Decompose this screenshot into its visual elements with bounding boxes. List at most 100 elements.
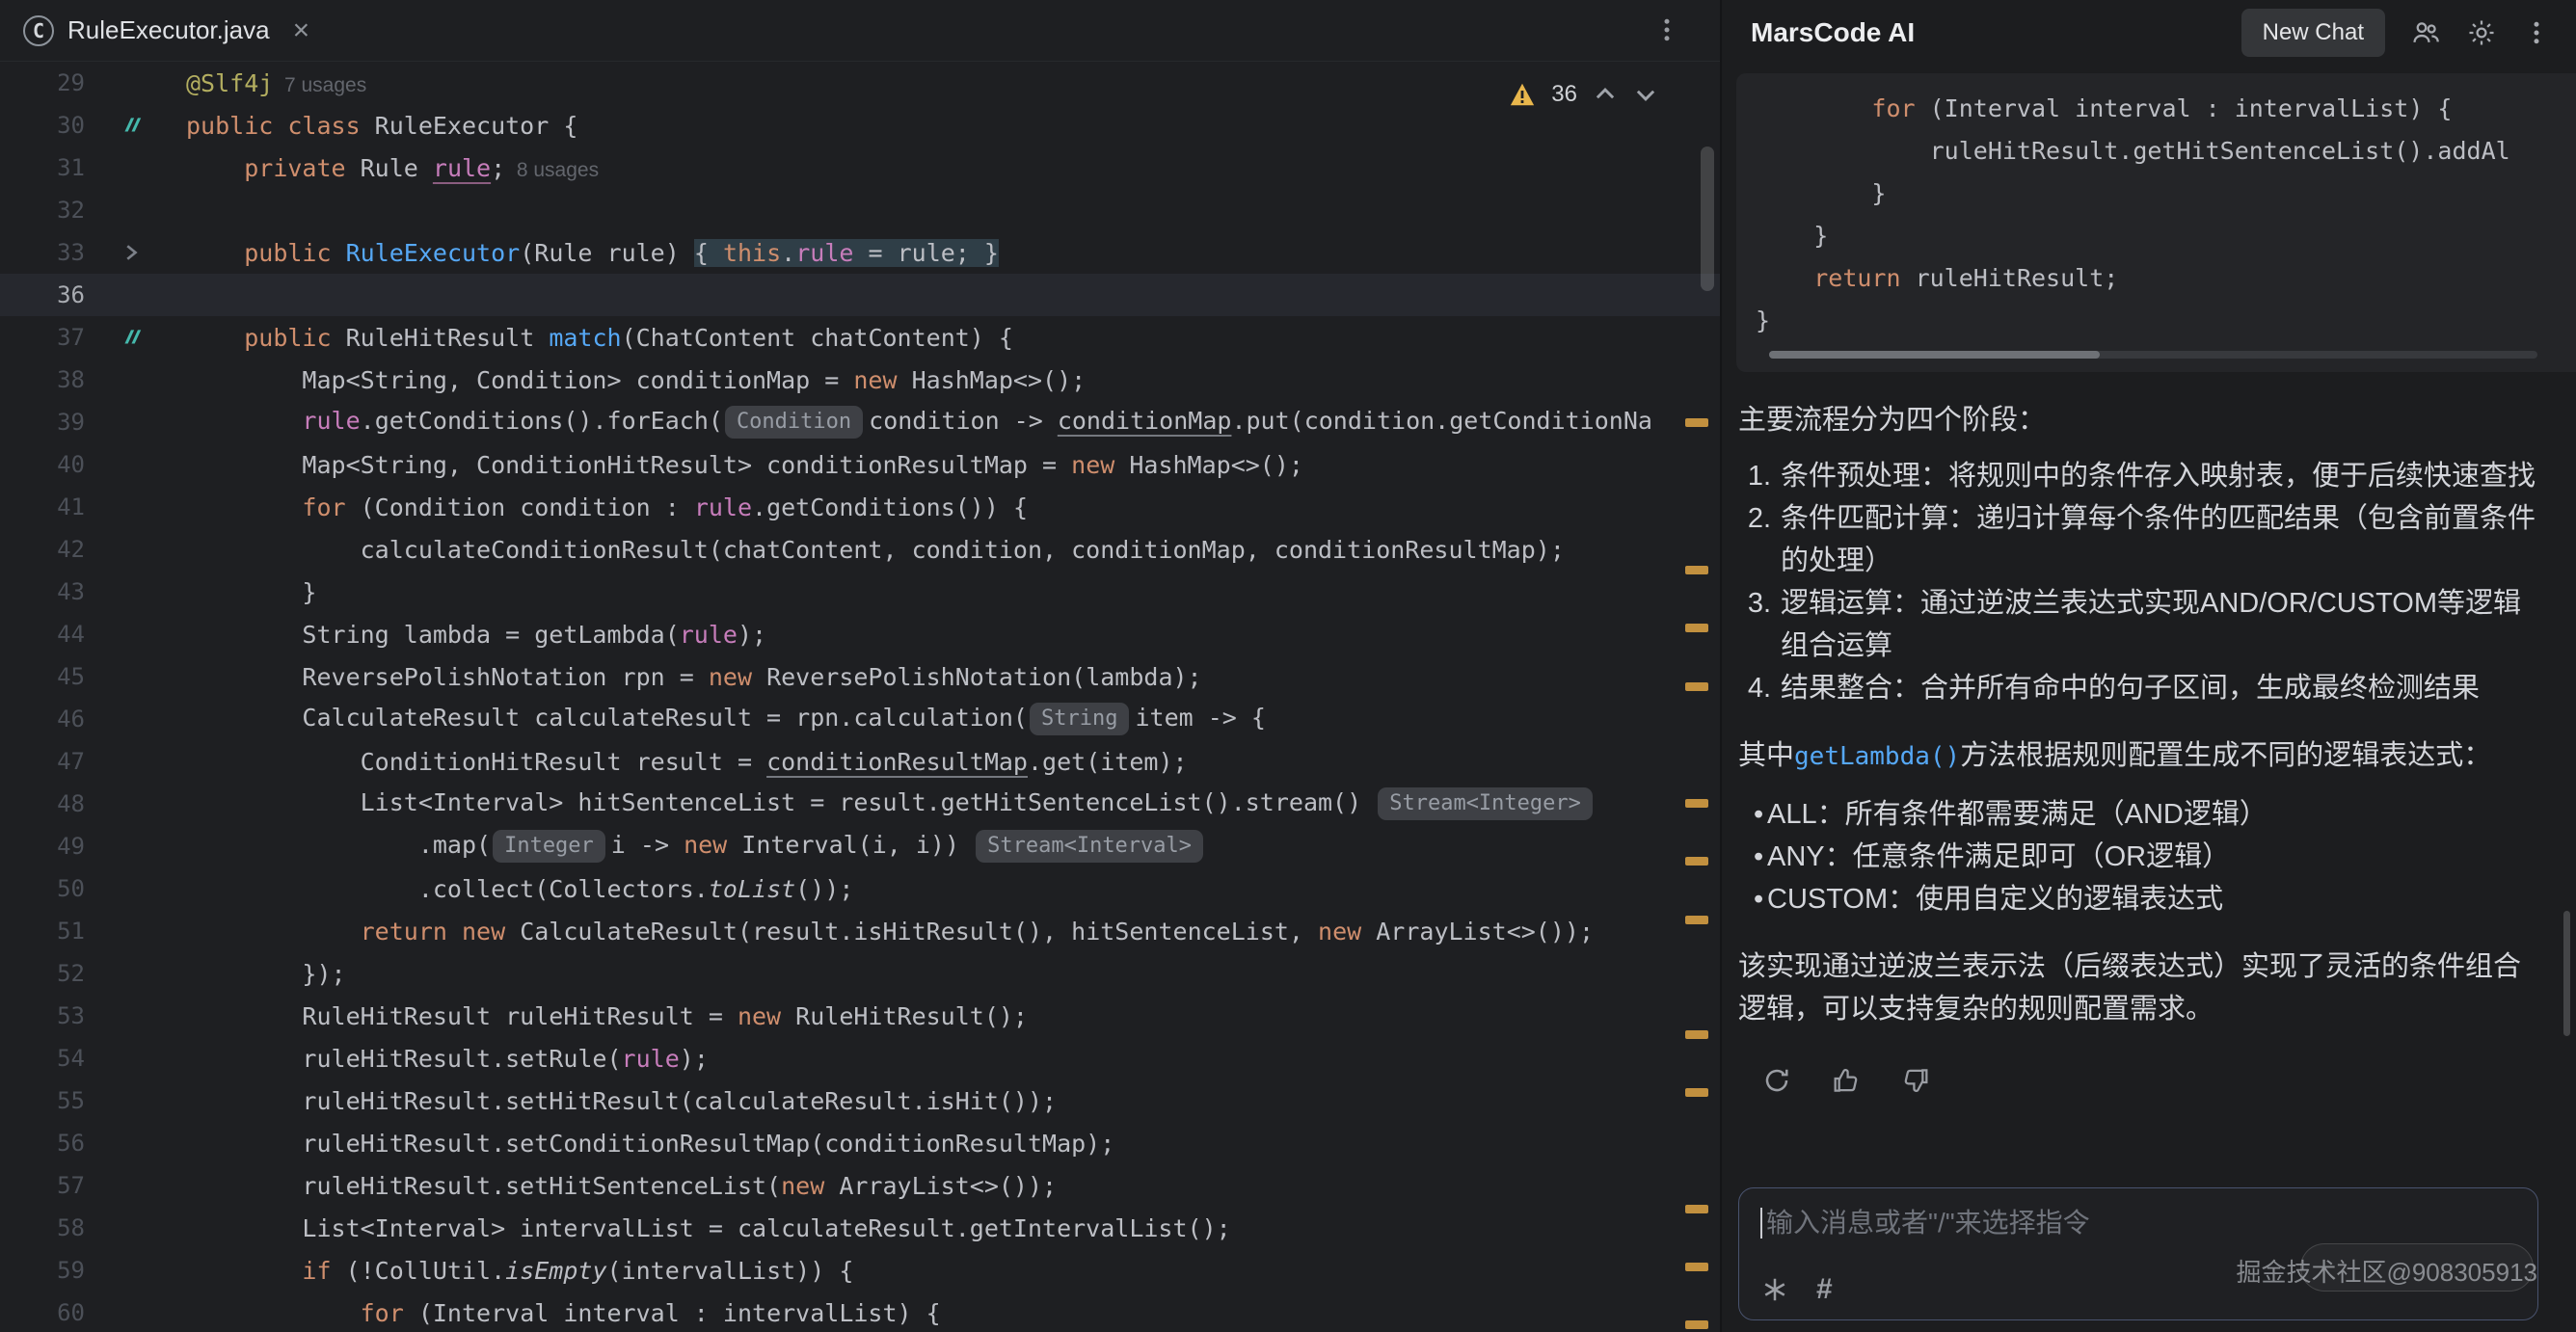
code-line-44[interactable]: 44 String lambda = getLambda(rule); [0, 613, 1720, 655]
code-line-29[interactable]: 29@Slf4j 7 usages [0, 62, 1720, 104]
code-text: RuleHitResult ruleHitResult = new RuleHi… [186, 1002, 1028, 1030]
line-number[interactable]: 57 [0, 1172, 85, 1199]
line-number[interactable]: 39 [0, 409, 85, 436]
line-number[interactable]: 42 [0, 536, 85, 563]
chat-list-item: 3.逻辑运算：通过逆波兰表达式实现AND/OR/CUSTOM等逻辑组合运算 [1738, 582, 2543, 667]
warning-stripe-mark[interactable] [1685, 418, 1708, 427]
code-line-42[interactable]: 42 calculateConditionResult(chatContent,… [0, 528, 1720, 571]
warning-stripe-mark[interactable] [1685, 857, 1708, 866]
code-text: public RuleHitResult match(ChatContent c… [186, 324, 1013, 352]
editor-scrollbar-thumb[interactable] [1701, 147, 1714, 291]
line-number[interactable]: 37 [0, 324, 85, 351]
line-number[interactable]: 32 [0, 197, 85, 224]
code-line-33[interactable]: 33 public RuleExecutor(Rule rule) { this… [0, 231, 1720, 274]
line-number[interactable]: 48 [0, 790, 85, 817]
close-icon[interactable]: × [293, 16, 310, 45]
users-icon[interactable] [2410, 17, 2441, 48]
line-number[interactable]: 52 [0, 960, 85, 987]
list-number: 3. [1738, 582, 1781, 667]
code-line-37[interactable]: 37 public RuleHitResult match(ChatConten… [0, 316, 1720, 359]
line-number[interactable]: 38 [0, 366, 85, 393]
tab-rule-executor[interactable]: C RuleExecutor.java × [23, 0, 319, 61]
warning-stripe-mark[interactable] [1685, 1205, 1708, 1213]
line-number[interactable]: 44 [0, 621, 85, 648]
regenerate-icon[interactable] [1761, 1065, 1792, 1096]
code-line-50[interactable]: 50 .collect(Collectors.toList()); [0, 867, 1720, 910]
new-chat-button[interactable]: New Chat [2241, 9, 2385, 57]
code-line-52[interactable]: 52 }); [0, 952, 1720, 995]
line-number[interactable]: 58 [0, 1214, 85, 1241]
code-line-31[interactable]: 31 private Rule rule; 8 usages [0, 147, 1720, 189]
command-sparkle-icon[interactable] [1760, 1275, 1789, 1304]
code-line-47[interactable]: 47 ConditionHitResult result = condition… [0, 740, 1720, 783]
code-line-58[interactable]: 58 List<Interval> intervalList = calcula… [0, 1207, 1720, 1249]
line-number[interactable]: 45 [0, 663, 85, 690]
line-number[interactable]: 55 [0, 1087, 85, 1114]
code-scrollbar-thumb[interactable] [1769, 351, 2100, 359]
line-number[interactable]: 47 [0, 748, 85, 775]
chevron-up-icon[interactable] [1593, 82, 1618, 107]
code-editor[interactable]: 29@Slf4j 7 usages30public class RuleExec… [0, 62, 1720, 1332]
warning-stripe-mark[interactable] [1685, 799, 1708, 808]
line-number[interactable]: 40 [0, 451, 85, 478]
line-number[interactable]: 46 [0, 706, 85, 733]
warning-stripe-mark[interactable] [1685, 1320, 1708, 1329]
line-number[interactable]: 33 [0, 239, 85, 266]
code-line-54[interactable]: 54 ruleHitResult.setRule(rule); [0, 1037, 1720, 1079]
code-line-43[interactable]: 43 } [0, 571, 1720, 613]
thumbs-down-icon[interactable] [1900, 1065, 1931, 1096]
inspection-widget[interactable]: 36 [1509, 81, 1658, 108]
line-number[interactable]: 29 [0, 69, 85, 96]
code-line-48[interactable]: 48 List<Interval> hitSentenceList = resu… [0, 783, 1720, 825]
line-number[interactable]: 31 [0, 154, 85, 181]
line-number[interactable]: 51 [0, 918, 85, 945]
chevron-down-icon[interactable] [1633, 82, 1658, 107]
line-number[interactable]: 41 [0, 493, 85, 520]
code-line-32[interactable]: 32 [0, 189, 1720, 231]
code-line-55[interactable]: 55 ruleHitResult.setHitResult(calculateR… [0, 1079, 1720, 1122]
code-line-46[interactable]: 46 CalculateResult calculateResult = rpn… [0, 698, 1720, 740]
warning-stripe-mark[interactable] [1685, 566, 1708, 574]
code-line-49[interactable]: 49 .map(Integeri -> new Interval(i, i)) … [0, 825, 1720, 867]
warning-stripe-mark[interactable] [1685, 916, 1708, 924]
code-line-51[interactable]: 51 return new CalculateResult(result.isH… [0, 910, 1720, 952]
code-line-38[interactable]: 38 Map<String, Condition> conditionMap =… [0, 359, 1720, 401]
hash-icon[interactable]: # [1816, 1273, 1833, 1306]
code-line-57[interactable]: 57 ruleHitResult.setHitSentenceList(new … [0, 1164, 1720, 1207]
panel-scrollbar-thumb[interactable] [2563, 911, 2570, 1036]
ide-window: C RuleExecutor.java × 29@Slf4j 7 usages3… [0, 0, 2576, 1332]
code-line-53[interactable]: 53 RuleHitResult ruleHitResult = new Rul… [0, 995, 1720, 1037]
code-line-39[interactable]: 39 rule.getConditions().forEach(Conditio… [0, 401, 1720, 443]
line-number[interactable]: 59 [0, 1257, 85, 1284]
code-horizontal-scrollbar[interactable] [1769, 351, 2537, 359]
code-line-56[interactable]: 56 ruleHitResult.setConditionResultMap(c… [0, 1122, 1720, 1164]
code-line-59[interactable]: 59 if (!CollUtil.isEmpty(intervalList)) … [0, 1249, 1720, 1292]
line-number[interactable]: 56 [0, 1130, 85, 1157]
code-line-36[interactable]: 36 [0, 274, 1720, 316]
line-number[interactable]: 30 [0, 112, 85, 139]
warning-stripe-mark[interactable] [1685, 1263, 1708, 1271]
kebab-menu-icon[interactable] [1652, 15, 1681, 44]
warning-stripe-mark[interactable] [1685, 682, 1708, 691]
line-number[interactable]: 49 [0, 833, 85, 860]
code-line-45[interactable]: 45 ReversePolishNotation rpn = new Rever… [0, 655, 1720, 698]
gutter-ai-icon[interactable] [85, 325, 186, 350]
code-line-30[interactable]: 30public class RuleExecutor { [0, 104, 1720, 147]
line-number[interactable]: 36 [0, 281, 85, 308]
gutter-ai-icon[interactable] [85, 113, 186, 138]
code-line-40[interactable]: 40 Map<String, ConditionHitResult> condi… [0, 443, 1720, 486]
code-line-41[interactable]: 41 for (Condition condition : rule.getCo… [0, 486, 1720, 528]
warning-stripe-mark[interactable] [1685, 1088, 1708, 1097]
warning-stripe-mark[interactable] [1685, 624, 1708, 632]
code-line-60[interactable]: 60 for (Interval interval : intervalList… [0, 1292, 1720, 1332]
line-number[interactable]: 53 [0, 1002, 85, 1029]
line-number[interactable]: 54 [0, 1045, 85, 1072]
line-number[interactable]: 43 [0, 578, 85, 605]
gear-icon[interactable] [2466, 17, 2497, 48]
fold-chevron-icon[interactable] [85, 241, 186, 264]
line-number[interactable]: 50 [0, 875, 85, 902]
warning-stripe-mark[interactable] [1685, 1030, 1708, 1039]
line-number[interactable]: 60 [0, 1299, 85, 1326]
thumbs-up-icon[interactable] [1831, 1065, 1862, 1096]
kebab-menu-icon[interactable] [2522, 18, 2551, 47]
